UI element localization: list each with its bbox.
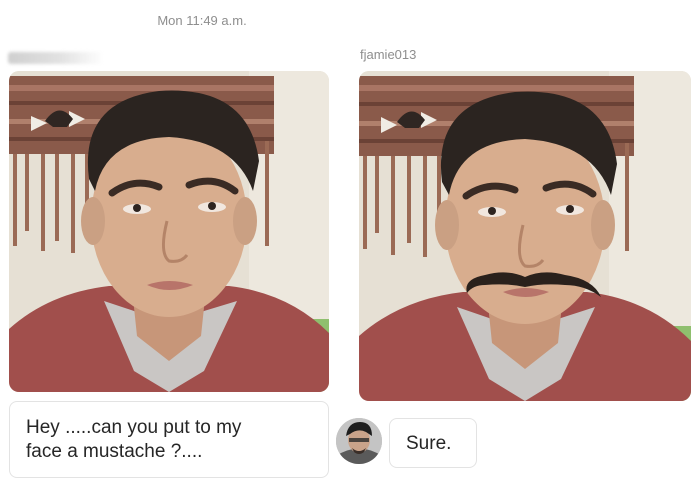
- message-bubble-reply: Sure.: [389, 418, 477, 468]
- photo-message-original[interactable]: [9, 71, 329, 392]
- message-text-reply: Sure.: [406, 433, 452, 454]
- selfie-photo: [9, 71, 329, 392]
- avatar-photo: [336, 418, 382, 464]
- chat-screen: Mon 11:49 a.m. fjamie013 Hey .....can yo…: [0, 0, 700, 489]
- photo-message-edited[interactable]: [359, 71, 691, 401]
- message-text-line-1: Hey .....can you put to my: [26, 417, 242, 438]
- message-timestamp: Mon 11:49 a.m.: [157, 13, 247, 28]
- selfie-photo-with-mustache: [359, 71, 691, 401]
- sender-avatar[interactable]: [336, 418, 382, 464]
- message-text-line-2: face a mustache ?....: [26, 441, 203, 462]
- message-bubble-request: Hey .....can you put to my face a mustac…: [9, 401, 329, 478]
- sender-username-blurred: [8, 52, 104, 64]
- sender-username-right: fjamie013: [360, 47, 417, 62]
